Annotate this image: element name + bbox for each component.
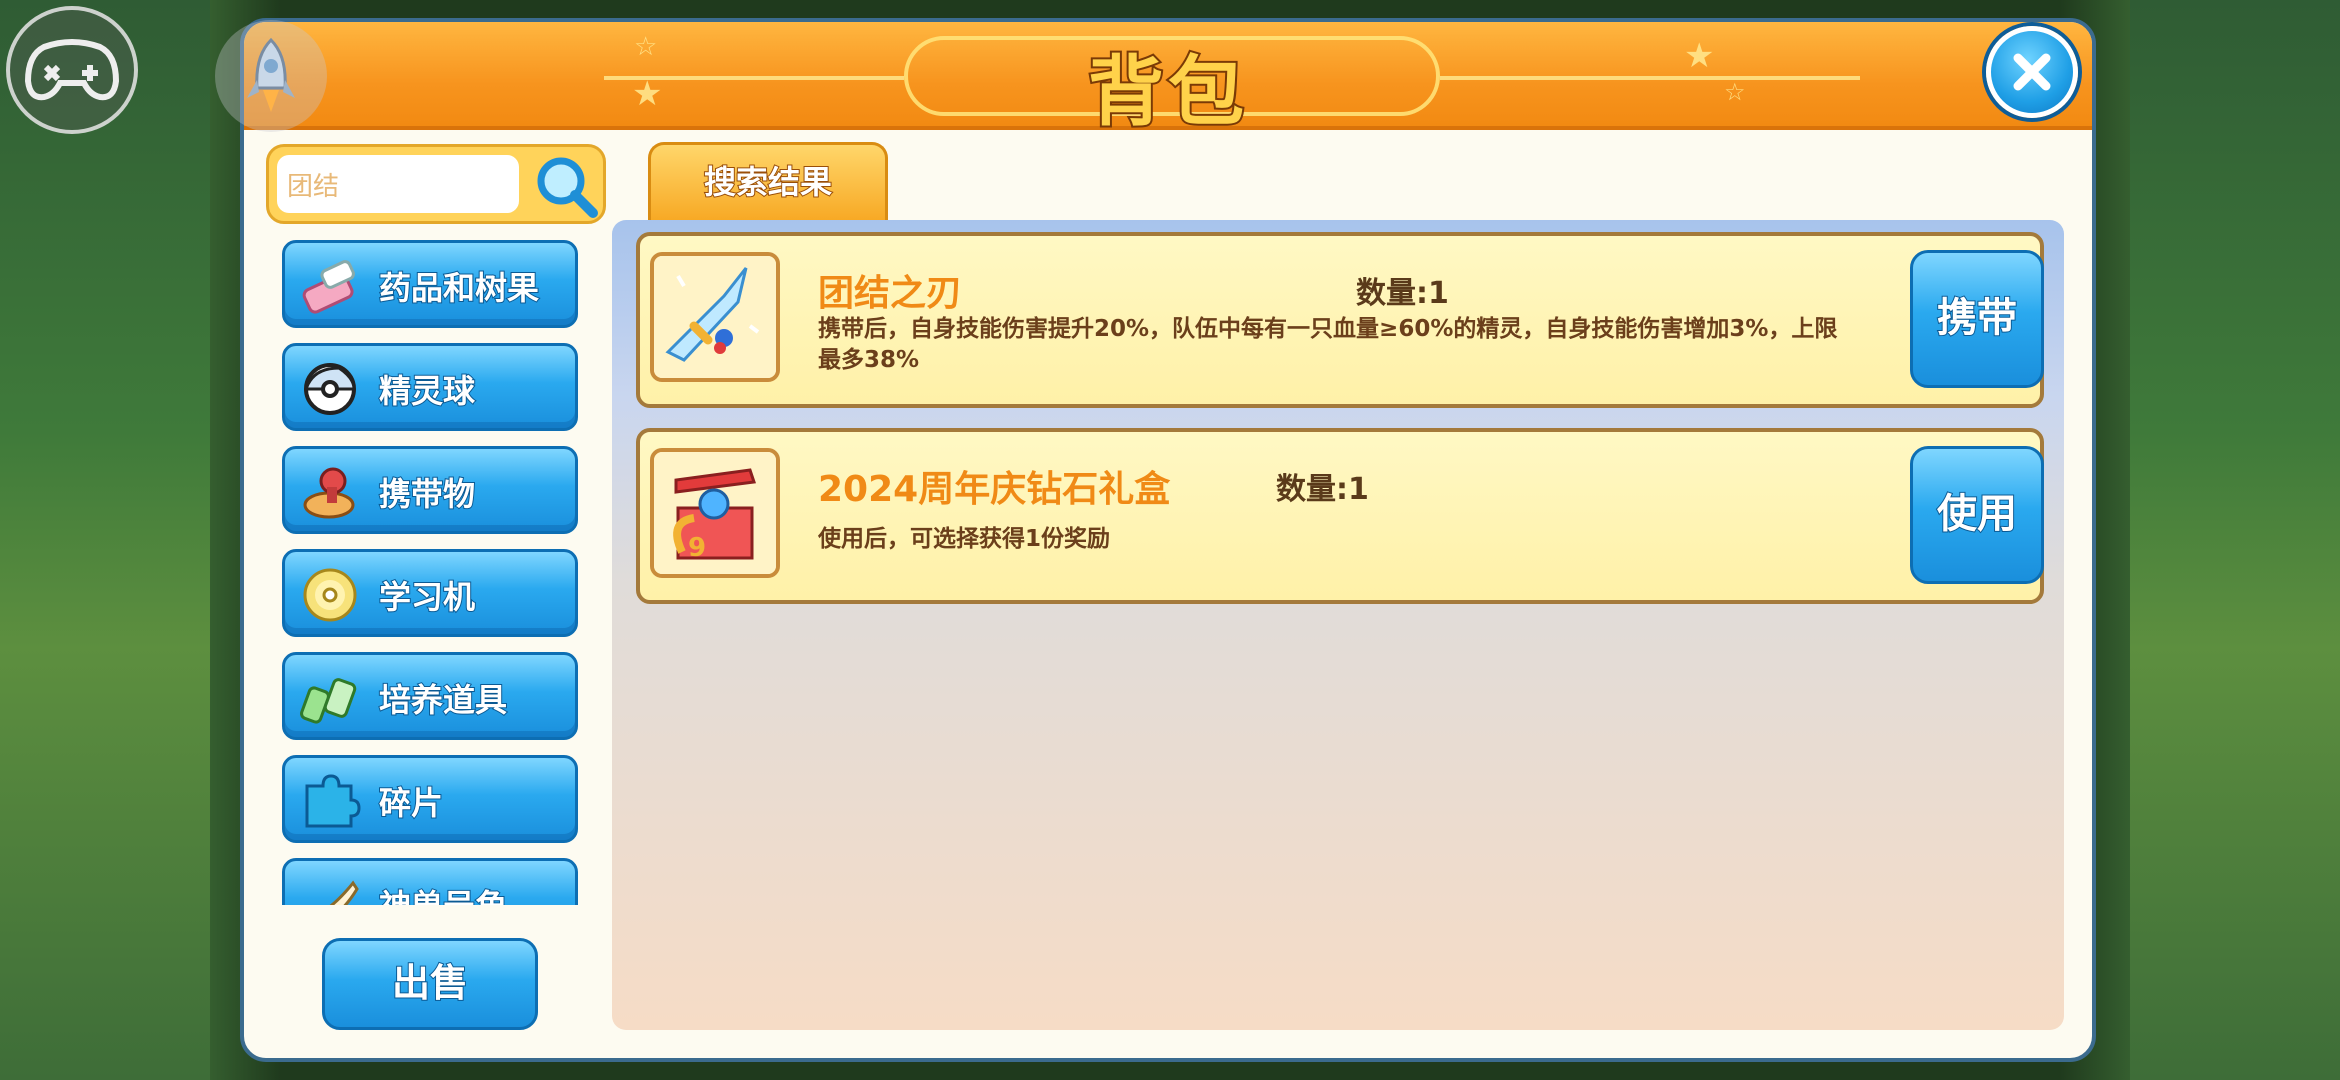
category-fragment[interactable]: 碎片 bbox=[282, 755, 578, 843]
category-medicine[interactable]: 药品和树果 bbox=[282, 240, 578, 328]
item-list: 团结之刃 数量:1 携带后，自身技能伤害提升20%，队伍中每有一只血量≥60%的… bbox=[612, 220, 2064, 1030]
item-name: 2024周年庆钻石礼盒 bbox=[818, 469, 1171, 510]
svg-text:9: 9 bbox=[688, 533, 706, 563]
blade-icon bbox=[654, 256, 776, 378]
close-button[interactable] bbox=[1986, 26, 2078, 118]
item-icon-frame bbox=[650, 252, 780, 382]
category-label: 携带物 bbox=[378, 474, 476, 514]
gamepad-button[interactable] bbox=[6, 6, 138, 134]
category-horn[interactable]: 神兽号角 bbox=[282, 858, 578, 905]
item-quantity: 数量:1 bbox=[1276, 472, 1369, 507]
rocket-icon bbox=[247, 37, 295, 112]
category-training[interactable]: 培养道具 bbox=[282, 652, 578, 740]
held-item-icon bbox=[303, 467, 355, 519]
tab-search-results[interactable]: 搜索结果 bbox=[648, 142, 888, 222]
category-label: 培养道具 bbox=[378, 680, 508, 720]
list-item: 9 2024周年庆钻石礼盒 数量:1 使用后，可选择获得1份奖励 使用 bbox=[636, 428, 2044, 604]
search-box bbox=[266, 144, 606, 224]
category-disc[interactable]: 学习机 bbox=[282, 549, 578, 637]
close-icon bbox=[2013, 53, 2051, 91]
category-pokeball[interactable]: 精灵球 bbox=[282, 343, 578, 431]
category-held-item[interactable]: 携带物 bbox=[282, 446, 578, 534]
carry-button[interactable]: 携带 bbox=[1910, 250, 2044, 388]
page-title: 背包 bbox=[1086, 45, 1248, 138]
item-quantity: 数量:1 bbox=[1356, 276, 1449, 311]
category-label: 药品和树果 bbox=[378, 268, 540, 308]
puzzle-icon bbox=[305, 774, 361, 828]
gift-box-icon: 9 bbox=[654, 452, 776, 574]
search-button[interactable] bbox=[531, 151, 601, 221]
use-button[interactable]: 使用 bbox=[1910, 446, 2044, 584]
training-item-icon bbox=[300, 678, 357, 724]
rocket-button[interactable] bbox=[215, 20, 327, 132]
background-right bbox=[2130, 0, 2340, 1080]
item-description: 携带后，自身技能伤害提升20%，队伍中每有一只血量≥60%的精灵，自身技能伤害增… bbox=[818, 316, 1838, 373]
title-bar: ★ ☆ ★ ☆ 背包 bbox=[244, 22, 2092, 138]
category-label: 神兽号角 bbox=[378, 881, 508, 905]
item-icon-frame: 9 bbox=[650, 448, 780, 578]
search-input[interactable] bbox=[277, 155, 519, 213]
medicine-icon bbox=[302, 260, 355, 314]
pokeball-icon bbox=[303, 363, 356, 415]
category-label: 学习机 bbox=[378, 577, 476, 617]
category-label: 碎片 bbox=[378, 783, 444, 823]
item-name: 团结之刃 bbox=[818, 273, 963, 314]
gamepad-icon bbox=[24, 39, 120, 101]
list-item: 团结之刃 数量:1 携带后，自身技能伤害提升20%，队伍中每有一只血量≥60%的… bbox=[636, 232, 2044, 408]
magnifier-icon bbox=[537, 157, 598, 218]
horn-icon bbox=[329, 880, 359, 905]
sell-button[interactable]: 出售 bbox=[322, 938, 538, 1030]
disc-icon bbox=[303, 568, 357, 622]
background-left bbox=[0, 0, 210, 1080]
category-label: 精灵球 bbox=[378, 371, 476, 411]
item-description: 使用后，可选择获得1份奖励 bbox=[818, 526, 1111, 552]
category-list: 药品和树果 精灵球 携带物 学习机 培养道具 碎片 bbox=[282, 240, 582, 905]
